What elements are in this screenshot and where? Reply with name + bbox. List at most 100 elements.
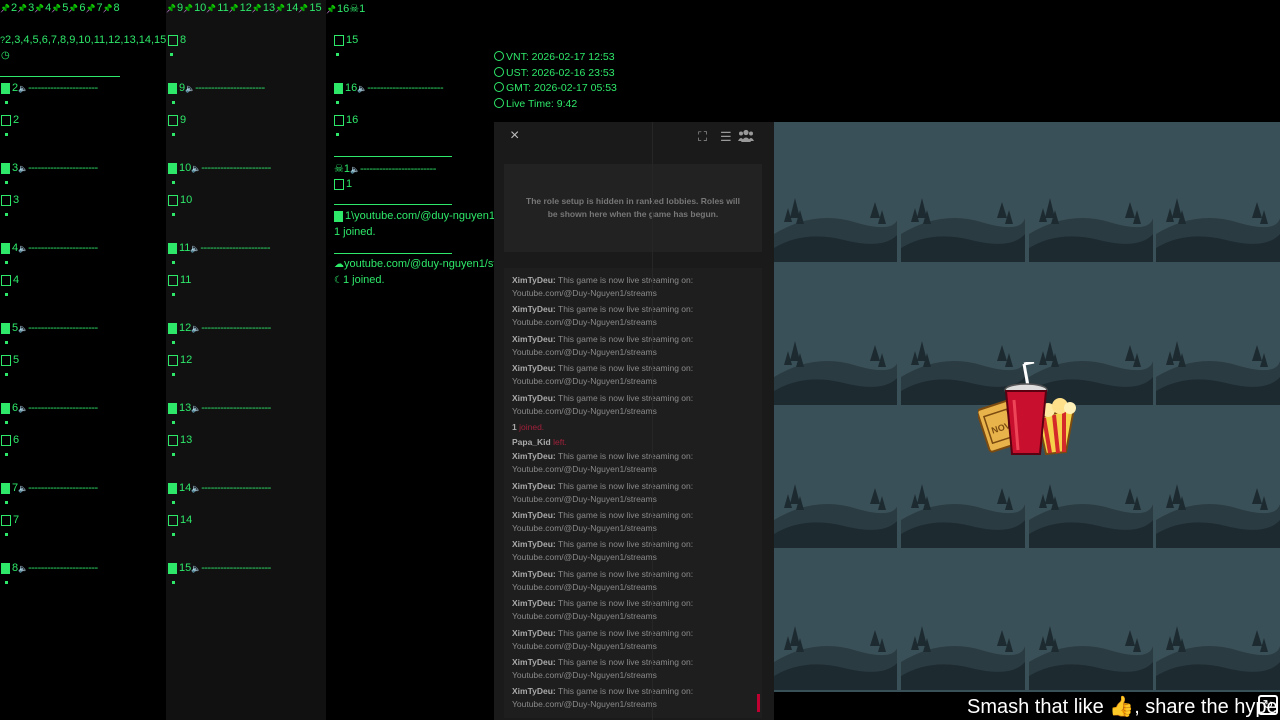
checkbox[interactable] <box>168 354 178 366</box>
pinned-number[interactable]: 7 <box>96 2 102 14</box>
checkbox[interactable] <box>1 354 11 366</box>
player-row-11[interactable]: 11🔈---------------------- <box>168 242 270 254</box>
checkbox[interactable] <box>1 274 11 286</box>
player-row-12[interactable]: 12🔈---------------------- <box>168 322 271 334</box>
player-row-1[interactable]: ☠1🔈------------------------ <box>334 162 436 175</box>
checkbox[interactable] <box>168 434 178 446</box>
chat-text-link: Youtube.com/@Duy-Nguyen1/streams <box>512 699 657 710</box>
player-check-8[interactable]: 8 <box>168 34 186 46</box>
pinned-number[interactable]: 8 <box>114 2 120 14</box>
player-check-9[interactable]: 9 <box>168 114 186 126</box>
dashed-line: ---------------------- <box>201 562 271 574</box>
pinned-number[interactable]: 16 <box>337 3 349 15</box>
pinned-number[interactable]: 13 <box>263 2 275 14</box>
player-check-3[interactable]: 3 <box>1 194 19 206</box>
pinned-numbers-header: 📌2📌3📌4📌5📌6📌7📌8 <box>0 2 120 14</box>
pinned-number[interactable]: 15 <box>309 2 321 14</box>
speaker-icon: 🔈 <box>185 84 196 93</box>
players-icon[interactable] <box>738 129 754 145</box>
player-card[interactable] <box>774 408 897 548</box>
player-row-9[interactable]: 9🔈---------------------- <box>168 82 265 94</box>
divider <box>0 76 120 77</box>
checkbox[interactable] <box>168 114 178 126</box>
player-alive-marker <box>1 322 10 334</box>
chat-text: This game is now live streaming on: <box>558 363 694 374</box>
checkbox[interactable] <box>168 194 178 206</box>
checkbox[interactable] <box>334 178 344 190</box>
menu-icon[interactable]: ☰ <box>720 129 732 145</box>
clock-icon <box>494 82 504 93</box>
chat-text: This game is now live streaming on: <box>558 275 694 285</box>
checkbox[interactable] <box>168 274 178 286</box>
chat-username: XimTyDeu: <box>512 510 556 520</box>
checkbox[interactable] <box>1 194 11 206</box>
player-check-14[interactable]: 14 <box>168 514 192 526</box>
dashed-line: ---------------------- <box>201 322 271 334</box>
player-row-3[interactable]: 3🔈---------------------- <box>1 162 98 174</box>
player-alive-marker <box>168 242 177 254</box>
player-card[interactable] <box>774 122 897 262</box>
player-row-15[interactable]: 15🔈---------------------- <box>168 562 271 574</box>
player-card[interactable] <box>1156 550 1280 690</box>
checkbox[interactable] <box>334 114 344 126</box>
chat-log: XimTyDeu: This game is now live streamin… <box>504 268 762 718</box>
clock-icon <box>494 51 504 61</box>
stream-link-2[interactable]: ☁youtube.com/@duy-nguyen1/strea <box>334 258 494 270</box>
pinned-number[interactable]: 11 <box>217 2 228 14</box>
player-row-16[interactable]: 16🔈------------------------ <box>334 82 444 94</box>
player-check-15[interactable]: 15 <box>334 34 358 46</box>
player-card[interactable] <box>1156 265 1280 405</box>
player-row-4[interactable]: 4🔈---------------------- <box>1 242 98 254</box>
refresh-icon[interactable]: ↻ <box>1258 695 1278 715</box>
player-row-2[interactable]: 2🔈---------------------- <box>1 82 98 94</box>
dashed-line: ---------------------- <box>195 82 265 94</box>
checkbox[interactable] <box>1 114 11 126</box>
player-card[interactable] <box>1156 122 1280 262</box>
pinned-number[interactable]: 1 <box>359 3 365 15</box>
scroll-indicator[interactable] <box>757 694 760 712</box>
pin-icon: 📌 <box>228 4 239 13</box>
player-card[interactable] <box>1156 408 1280 548</box>
checkbox[interactable] <box>168 514 178 526</box>
pinned-number[interactable]: 10 <box>194 2 206 14</box>
player-row-6[interactable]: 6🔈---------------------- <box>1 402 98 414</box>
player-check-11[interactable]: 11 <box>168 274 191 286</box>
player-card[interactable] <box>1029 550 1153 690</box>
player-card[interactable] <box>901 122 1025 262</box>
close-button[interactable]: × <box>510 127 519 145</box>
player-card[interactable] <box>1029 122 1153 262</box>
player-row-7[interactable]: 7🔈---------------------- <box>1 482 98 494</box>
pinned-number[interactable]: 12 <box>240 2 252 14</box>
player-row-5[interactable]: 5🔈---------------------- <box>1 322 98 334</box>
checkbox[interactable] <box>1 434 11 446</box>
player-card[interactable] <box>774 550 897 690</box>
stream-link-1[interactable]: 1\youtube.com/@duy-nguyen1/str <box>334 210 494 222</box>
pinned-number[interactable]: 14 <box>286 2 298 14</box>
chat-username: XimTyDeu: <box>512 539 556 550</box>
check-number: 9 <box>180 114 187 126</box>
player-check-6[interactable]: 6 <box>1 434 19 446</box>
chat-username: XimTyDeu: <box>512 480 556 491</box>
player-check-12[interactable]: 12 <box>168 354 192 366</box>
player-row-10[interactable]: 10🔈---------------------- <box>168 162 271 174</box>
player-check-2[interactable]: 2 <box>1 114 19 126</box>
player-check-13[interactable]: 13 <box>168 434 192 446</box>
chat-message: XimTyDeu: This game is now live streamin… <box>512 303 752 329</box>
player-check-5[interactable]: 5 <box>1 354 19 366</box>
player-check-1[interactable]: 1 <box>334 178 352 190</box>
player-row-14[interactable]: 14🔈---------------------- <box>168 482 271 494</box>
player-row-8[interactable]: 8🔈---------------------- <box>1 562 98 574</box>
player-alive-marker <box>168 562 177 574</box>
player-check-4[interactable]: 4 <box>1 274 19 286</box>
fullscreen-icon[interactable]: ⛶ <box>698 129 707 145</box>
chat-message: XimTyDeu: This game is now live streamin… <box>512 685 752 711</box>
player-card[interactable] <box>901 550 1025 690</box>
player-card[interactable] <box>774 265 897 405</box>
player-row-13[interactable]: 13🔈---------------------- <box>168 402 271 414</box>
marker-dot <box>5 101 8 104</box>
player-check-7[interactable]: 7 <box>1 514 19 526</box>
player-check-16[interactable]: 16 <box>334 114 358 126</box>
player-number: 10 <box>179 162 192 174</box>
checkbox[interactable] <box>1 514 11 526</box>
player-check-10[interactable]: 10 <box>168 194 192 206</box>
